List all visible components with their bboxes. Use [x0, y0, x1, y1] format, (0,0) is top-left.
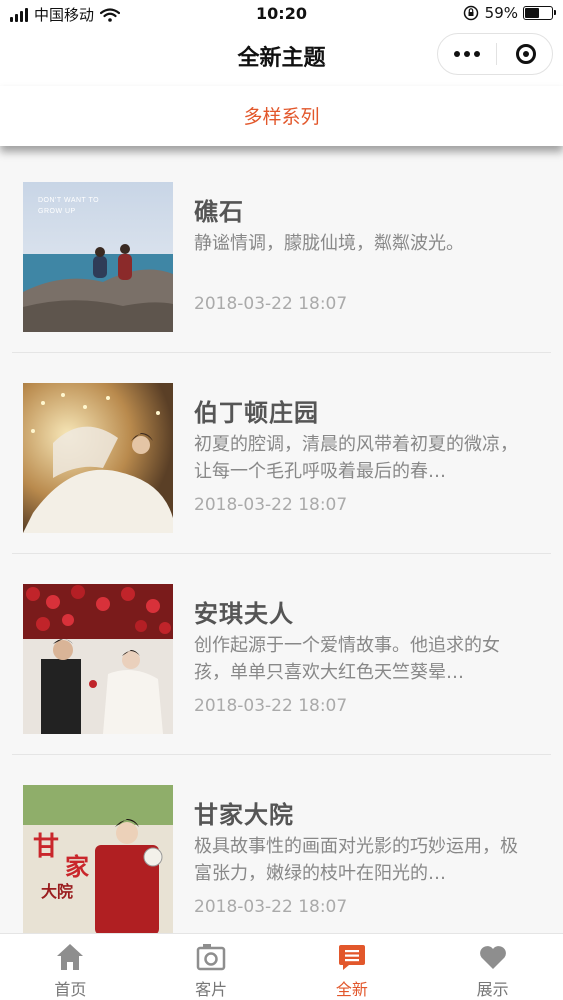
item-title: 礁石 [194, 198, 244, 226]
item-thumbnail [23, 383, 173, 533]
list-item[interactable]: DON'T WANT TO GROW UP 礁石 静谧情调，朦胧仙境，粼粼波光。… [12, 152, 551, 353]
thumb-text-2: 家 [65, 852, 89, 881]
list-item[interactable]: 安琪夫人 创作起源于一个爱情故事。他追求的女孩，单单只喜欢大红色天竺葵晕… 20… [12, 554, 551, 755]
item-date: 2018-03-22 18:07 [194, 495, 348, 515]
tab-new[interactable]: 全新 [282, 934, 423, 1000]
tab-showcase[interactable]: 展示 [422, 934, 563, 1000]
target-icon [515, 44, 536, 64]
tab-label: 展示 [476, 980, 509, 999]
close-mini-program-button[interactable] [497, 34, 554, 74]
battery-percent: 59% [484, 4, 518, 22]
thumb-text-3: 大院 [41, 882, 73, 901]
nav-bar: 全新主题 [0, 28, 563, 86]
series-tab-strip: 多样系列 [0, 86, 563, 146]
more-button[interactable] [438, 34, 496, 74]
theme-list: DON'T WANT TO GROW UP 礁石 静谧情调，朦胧仙境，粼粼波光。… [0, 152, 563, 934]
item-thumbnail: DON'T WANT TO GROW UP [23, 182, 173, 332]
item-date: 2018-03-22 18:07 [194, 696, 348, 716]
camera-icon [196, 944, 226, 971]
list-item[interactable]: 伯丁顿庄园 初夏的腔调，清晨的风带着初夏的微凉，让每一个毛孔呼吸着最后的春… 2… [12, 353, 551, 554]
status-right: 59% [463, 4, 556, 22]
mini-program-capsule [437, 33, 553, 75]
tab-home[interactable]: 首页 [0, 934, 141, 1000]
status-bar: 中国移动 10:20 59% [0, 0, 563, 28]
thumb-text-1: 甘 [33, 832, 59, 862]
thumb-text-2: GROW UP [38, 208, 76, 215]
bottom-tab-bar: 首页 客片 全新 展示 [0, 933, 563, 1000]
item-date: 2018-03-22 18:07 [194, 897, 348, 917]
tab-gallery[interactable]: 客片 [141, 934, 282, 1000]
message-icon [338, 945, 365, 970]
more-dots-icon [454, 51, 460, 57]
item-description: 静谧情调，朦胧仙境，粼粼波光。 [194, 233, 464, 254]
item-description: 创作起源于一个爱情故事。他追求的女孩，单单只喜欢大红色天竺葵晕… [194, 635, 500, 683]
item-description: 初夏的腔调，清晨的风带着初夏的微凉，让每一个毛孔呼吸着最后的春… [194, 434, 518, 482]
item-date: 2018-03-22 18:07 [194, 294, 348, 314]
tab-label: 全新 [335, 980, 368, 999]
heart-icon [479, 946, 506, 969]
item-title: 安琪夫人 [194, 600, 294, 628]
item-description: 极具故事性的画面对光影的巧妙运用，极富张力，嫩绿的枝叶在阳光的… [194, 836, 518, 884]
tab-label: 客片 [195, 980, 228, 999]
item-thumbnail: 甘 家 大院 [23, 785, 173, 934]
rotation-lock-icon [463, 5, 478, 21]
list-item[interactable]: 甘 家 大院 甘家大院 极具故事性的画面对光影的巧妙运用，极富张力，嫩绿的枝叶在… [12, 755, 551, 934]
item-thumbnail [23, 584, 173, 734]
item-title: 伯丁顿庄园 [194, 399, 319, 427]
thumb-text-1: DON'T WANT TO [38, 197, 99, 204]
tab-label: 首页 [54, 980, 87, 999]
home-icon [57, 944, 84, 970]
battery-icon [523, 6, 556, 20]
item-title: 甘家大院 [194, 801, 294, 829]
tab-series[interactable]: 多样系列 [0, 102, 563, 129]
